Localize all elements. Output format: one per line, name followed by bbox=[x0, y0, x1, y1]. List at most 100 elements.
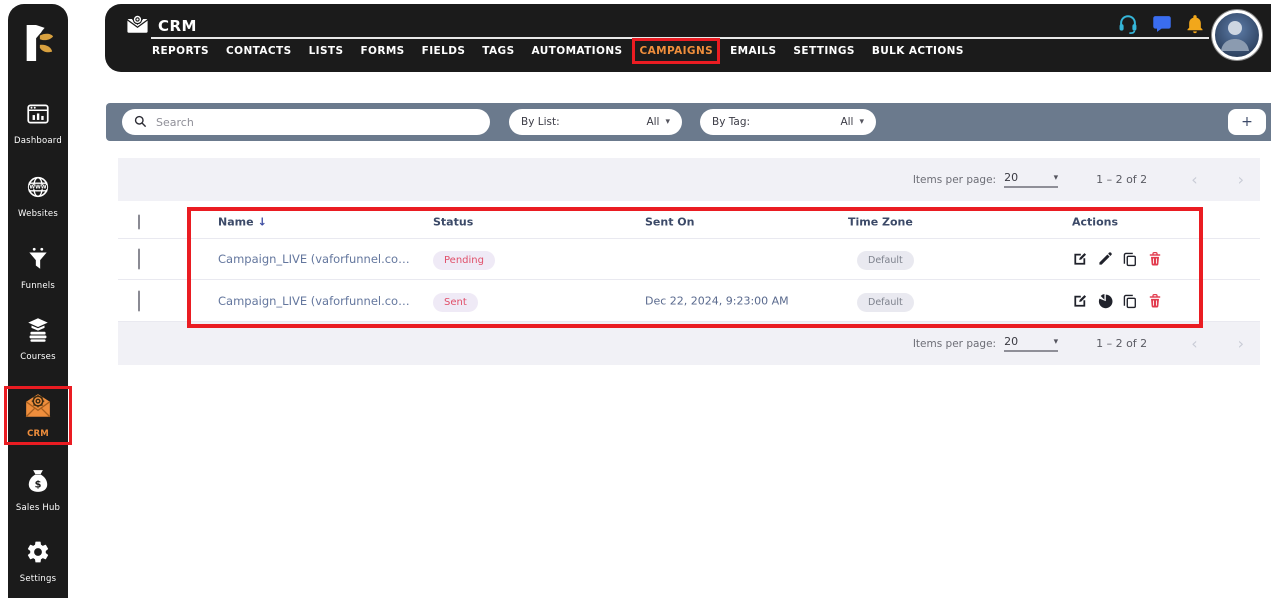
row-actions bbox=[1072, 293, 1163, 309]
pagination-bottom: Items per page: 20 ▾ 1 – 2 of 2 ‹ › bbox=[118, 322, 1260, 365]
bell-icon[interactable] bbox=[1185, 14, 1205, 38]
sidebar: Dashboard WWW Websites Funnels Courses C… bbox=[4, 4, 72, 598]
tab-reports[interactable]: REPORTS bbox=[152, 45, 209, 57]
column-header-sent-on: Sent On bbox=[645, 215, 695, 228]
tab-emails[interactable]: EMAILS bbox=[730, 45, 776, 57]
time-zone-badge: Default bbox=[857, 292, 914, 312]
by-list-dropdown[interactable]: By List: All ▾ bbox=[509, 109, 682, 135]
filter-bar: By List: All ▾ By Tag: All ▾ + bbox=[106, 103, 1271, 141]
status-badge: Sent bbox=[433, 292, 478, 312]
chevron-down-icon: ▾ bbox=[1053, 172, 1059, 183]
copy-icon[interactable] bbox=[1122, 251, 1138, 267]
chat-icon[interactable] bbox=[1152, 14, 1172, 38]
pencil-icon[interactable] bbox=[1097, 251, 1113, 267]
table-row: Campaign_LIVE (vaforfunnel.co… Pending D… bbox=[118, 239, 1260, 280]
sidebar-item-dashboard[interactable]: Dashboard bbox=[8, 99, 68, 148]
money-bag-icon: $ bbox=[25, 468, 51, 498]
table-header-row: Name ↓ Status Sent On Time Zone Actions bbox=[118, 205, 1260, 239]
sidebar-item-label: Websites bbox=[18, 209, 58, 219]
next-page-button[interactable]: › bbox=[1238, 335, 1244, 352]
sidebar-item-label: Dashboard bbox=[14, 136, 62, 146]
sidebar-item-label: CRM bbox=[27, 429, 49, 439]
row-checkbox[interactable] bbox=[138, 290, 140, 311]
header-divider bbox=[151, 37, 1209, 39]
tab-contacts[interactable]: CONTACTS bbox=[226, 45, 292, 57]
by-tag-label: By Tag: bbox=[712, 116, 751, 128]
courses-icon bbox=[25, 317, 51, 347]
next-page-button[interactable]: › bbox=[1238, 171, 1244, 188]
items-per-page-select[interactable]: 20 ▾ bbox=[1004, 335, 1059, 352]
search-input[interactable] bbox=[154, 114, 478, 130]
column-header-time-zone: Time Zone bbox=[848, 215, 913, 228]
edit-note-icon[interactable] bbox=[1072, 293, 1088, 309]
status-badge: Pending bbox=[433, 251, 495, 270]
sidebar-item-crm[interactable]: CRM bbox=[4, 386, 72, 445]
headset-icon[interactable] bbox=[1117, 13, 1139, 39]
previous-page-button[interactable]: ‹ bbox=[1191, 171, 1197, 188]
pie-chart-icon[interactable] bbox=[1097, 293, 1113, 309]
campaign-name-link[interactable]: Campaign_LIVE (vaforfunnel.co… bbox=[218, 252, 410, 266]
previous-page-button[interactable]: ‹ bbox=[1191, 335, 1197, 352]
delete-icon[interactable] bbox=[1147, 251, 1163, 267]
by-list-label: By List: bbox=[521, 116, 560, 128]
sort-descending-icon: ↓ bbox=[257, 215, 267, 228]
avatar-photo bbox=[1221, 21, 1249, 51]
items-per-page-select[interactable]: 20 ▾ bbox=[1004, 171, 1059, 188]
search-box bbox=[122, 109, 490, 135]
tab-automations[interactable]: AUTOMATIONS bbox=[532, 45, 623, 57]
campaign-name-link[interactable]: Campaign_LIVE (vaforfunnel.co… bbox=[218, 294, 410, 308]
by-tag-dropdown[interactable]: By Tag: All ▾ bbox=[700, 109, 876, 135]
header-icons bbox=[1117, 13, 1205, 39]
svg-text:$: $ bbox=[35, 479, 42, 490]
sidebar-item-label: Settings bbox=[19, 574, 57, 584]
top-header: CRM REPORTS CONTACTS LISTS FORMS FIELDS … bbox=[105, 4, 1271, 72]
tab-lists[interactable]: LISTS bbox=[309, 45, 344, 57]
column-header-status: Status bbox=[433, 215, 474, 228]
add-campaign-button[interactable]: + bbox=[1228, 109, 1266, 135]
gear-icon bbox=[25, 539, 51, 569]
sidebar-item-funnels[interactable]: Funnels bbox=[8, 244, 68, 293]
avatar[interactable] bbox=[1212, 10, 1262, 60]
tab-bulk-actions[interactable]: BULK ACTIONS bbox=[872, 45, 964, 57]
sidebar-item-label: Courses bbox=[20, 352, 56, 362]
items-per-page-value: 20 bbox=[1004, 335, 1019, 348]
sidebar-item-label: Funnels bbox=[20, 281, 55, 291]
row-checkbox[interactable] bbox=[138, 248, 140, 270]
items-per-page-label: Items per page: bbox=[912, 173, 997, 186]
sidebar-item-settings[interactable]: Settings bbox=[8, 537, 68, 586]
crm-nav-tabs: REPORTS CONTACTS LISTS FORMS FIELDS TAGS… bbox=[152, 38, 964, 64]
tab-fields[interactable]: FIELDS bbox=[422, 45, 466, 57]
column-header-name[interactable]: Name ↓ bbox=[218, 215, 267, 228]
tab-settings[interactable]: SETTINGS bbox=[793, 45, 854, 57]
items-per-page-value: 20 bbox=[1004, 171, 1019, 184]
crm-module-icon bbox=[125, 13, 150, 39]
sidebar-item-label: Sales Hub bbox=[15, 503, 61, 513]
tab-tags[interactable]: TAGS bbox=[482, 45, 514, 57]
time-zone-badge: Default bbox=[857, 251, 914, 270]
page-title: CRM bbox=[158, 17, 197, 35]
edit-note-icon[interactable] bbox=[1072, 251, 1088, 267]
delete-icon[interactable] bbox=[1147, 293, 1163, 309]
crm-envelope-icon bbox=[24, 392, 52, 424]
sidebar-item-sales-hub[interactable]: $ Sales Hub bbox=[8, 466, 68, 515]
dashboard-icon bbox=[25, 101, 51, 131]
select-all-checkbox[interactable] bbox=[138, 214, 140, 229]
copy-icon[interactable] bbox=[1122, 293, 1138, 309]
column-header-actions: Actions bbox=[1072, 215, 1118, 228]
chevron-down-icon: ▾ bbox=[665, 117, 670, 127]
chevron-down-icon: ▾ bbox=[1053, 336, 1059, 347]
app-logo-icon[interactable] bbox=[21, 22, 55, 66]
pagination-top: Items per page: 20 ▾ 1 – 2 of 2 ‹ › bbox=[118, 158, 1260, 201]
pagination-range: 1 – 2 of 2 bbox=[1096, 337, 1148, 350]
tab-campaigns[interactable]: CAMPAIGNS bbox=[632, 38, 721, 64]
sidebar-item-courses[interactable]: Courses bbox=[8, 315, 68, 364]
search-icon bbox=[134, 113, 147, 132]
campaigns-table: Name ↓ Status Sent On Time Zone Actions … bbox=[118, 205, 1260, 322]
svg-text:WWW: WWW bbox=[29, 185, 46, 191]
sidebar-item-websites[interactable]: WWW Websites bbox=[8, 172, 68, 221]
chevron-down-icon: ▾ bbox=[859, 117, 864, 127]
sent-on-value: Dec 22, 2024, 9:23:00 AM bbox=[645, 294, 789, 307]
globe-icon: WWW bbox=[25, 174, 51, 204]
tab-forms[interactable]: FORMS bbox=[360, 45, 404, 57]
table-row: Campaign_LIVE (vaforfunnel.co… Sent Dec … bbox=[118, 280, 1260, 322]
